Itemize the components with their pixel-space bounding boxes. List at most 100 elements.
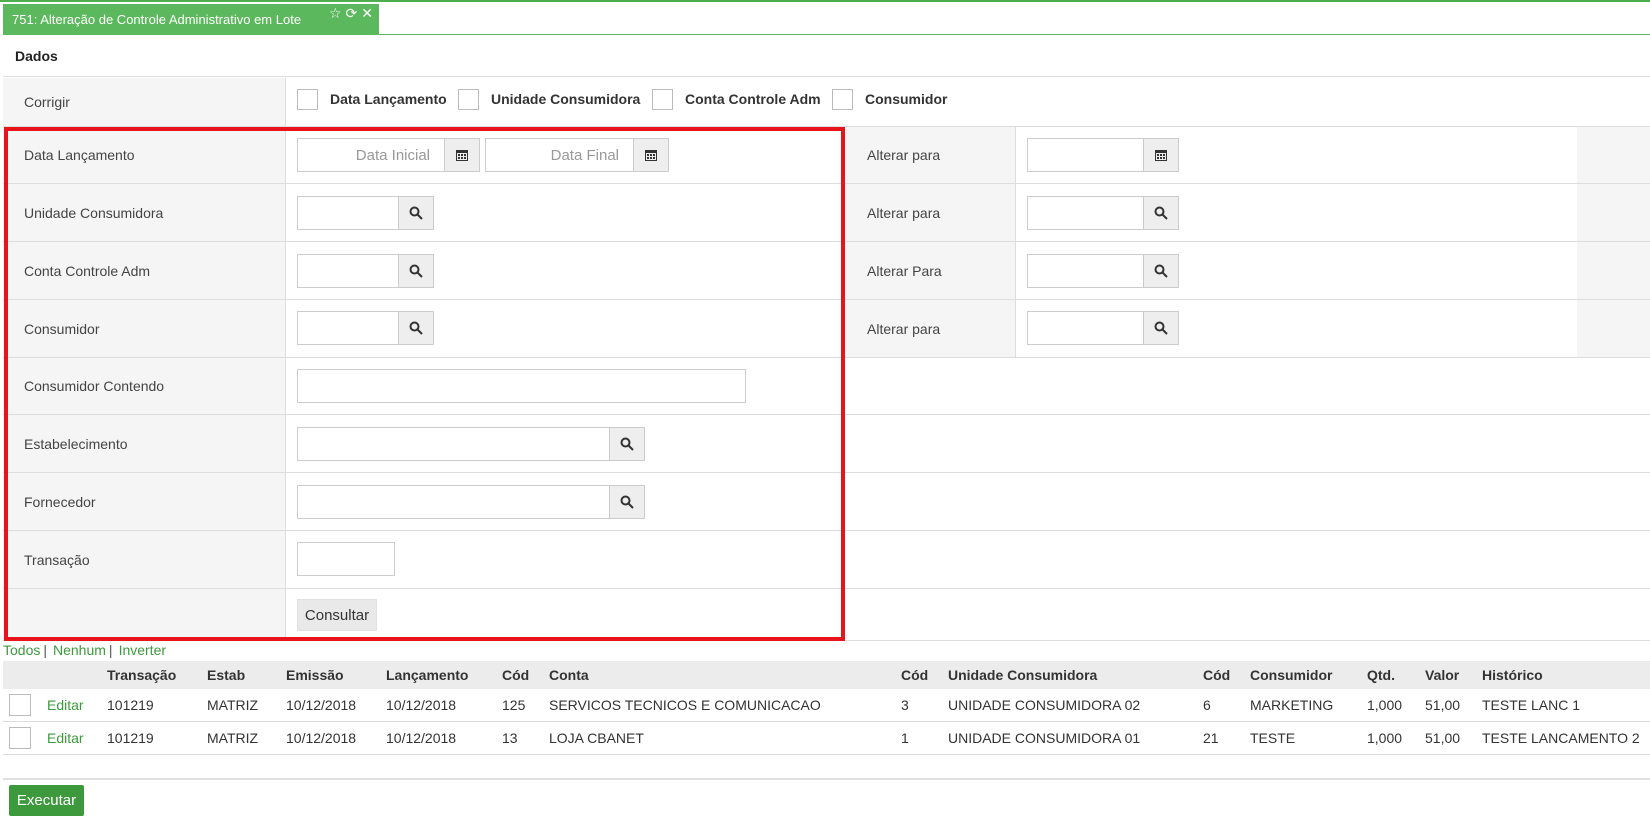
corrigir-consumidor-checkbox[interactable] bbox=[832, 89, 853, 110]
table-cell: 51,00 bbox=[1425, 689, 1482, 722]
table-row: Editar 101219 MATRIZ 10/12/2018 10/12/20… bbox=[3, 689, 1650, 722]
consumidor-input[interactable] bbox=[297, 311, 399, 345]
row-divider bbox=[3, 530, 1650, 531]
search-icon[interactable] bbox=[398, 196, 434, 230]
table-row: Editar 101219 MATRIZ 10/12/2018 10/12/20… bbox=[3, 721, 1650, 755]
table-header[interactable]: Transação bbox=[107, 661, 207, 689]
corrigir-conta-controle-checkbox[interactable] bbox=[652, 89, 673, 110]
table-cell: 13 bbox=[502, 721, 549, 755]
corrigir-label: Corrigir bbox=[3, 78, 285, 126]
executar-button[interactable]: Executar bbox=[9, 785, 84, 816]
row-divider bbox=[3, 640, 1650, 641]
star-icon[interactable]: ☆ bbox=[329, 6, 342, 20]
tab-title: 751: Alteração de Controle Administrativ… bbox=[12, 11, 302, 27]
corrigir-option-label: Data Lançamento bbox=[330, 91, 447, 107]
alterar-consumidor-label: Alterar para bbox=[867, 320, 941, 337]
data-inicial-input[interactable]: Data Inicial bbox=[297, 138, 445, 172]
row-divider bbox=[3, 241, 1650, 242]
table-header[interactable]: Emissão bbox=[286, 661, 386, 689]
unidade-consumidora-input[interactable] bbox=[297, 196, 399, 230]
table-cell: 125 bbox=[502, 689, 549, 722]
table-cell: TESTE LANCAMENTO 2 bbox=[1482, 721, 1650, 755]
table-cell: SERVICOS TECNICOS E COMUNICACAO bbox=[549, 689, 901, 722]
search-icon[interactable] bbox=[398, 254, 434, 288]
table-cell: 6 bbox=[1203, 689, 1250, 722]
conta-controle-adm-input[interactable] bbox=[297, 254, 399, 288]
table-cell: 1,000 bbox=[1367, 721, 1425, 755]
table-header[interactable]: Histórico bbox=[1482, 661, 1650, 689]
data-final-input[interactable]: Data Final bbox=[485, 138, 634, 172]
consumidor-contendo-input[interactable] bbox=[297, 369, 746, 403]
empty-label-cell bbox=[3, 589, 285, 640]
table-cell: 1 bbox=[901, 721, 948, 755]
row-checkbox[interactable] bbox=[9, 727, 31, 749]
corrigir-option-label: Unidade Consumidora bbox=[491, 91, 641, 107]
alterar-consumidor-input[interactable] bbox=[1027, 311, 1144, 345]
corrigir-data-lancamento-checkbox[interactable] bbox=[297, 89, 318, 110]
table-cell: MARKETING bbox=[1250, 689, 1367, 722]
row-divider bbox=[3, 357, 1650, 358]
row-divider bbox=[3, 588, 1650, 589]
row-divider bbox=[3, 414, 1650, 415]
invert-selection-link[interactable]: Inverter bbox=[119, 642, 166, 658]
section-title: Dados bbox=[3, 35, 1650, 77]
select-none-link[interactable]: Nenhum bbox=[53, 642, 106, 658]
selection-links: Todos | Nenhum | Inverter bbox=[3, 642, 167, 658]
corrigir-option-label: Consumidor bbox=[865, 91, 948, 107]
edit-link[interactable]: Editar bbox=[47, 730, 84, 746]
refresh-icon[interactable]: ⟳ bbox=[346, 6, 358, 20]
consumidor-contendo-label: Consumidor Contendo bbox=[3, 358, 285, 414]
table-header[interactable]: Cód bbox=[901, 661, 948, 689]
calendar-icon[interactable] bbox=[1143, 138, 1179, 172]
table-cell: 10/12/2018 bbox=[386, 689, 502, 722]
table-header[interactable]: Qtd. bbox=[1367, 661, 1425, 689]
table-header[interactable]: Cód bbox=[1203, 661, 1250, 689]
table-header[interactable]: Consumidor bbox=[1250, 661, 1367, 689]
row-checkbox[interactable] bbox=[9, 694, 31, 716]
conta-controle-adm-label: Conta Controle Adm bbox=[3, 242, 285, 299]
table-cell: UNIDADE CONSUMIDORA 01 bbox=[948, 721, 1203, 755]
transacao-label: Transação bbox=[3, 531, 285, 588]
table-cell: LOJA CBANET bbox=[549, 721, 901, 755]
row-divider bbox=[3, 183, 1650, 184]
search-icon[interactable] bbox=[1143, 254, 1179, 288]
calendar-icon[interactable] bbox=[444, 138, 480, 172]
corrigir-unidade-consumidora-checkbox[interactable] bbox=[458, 89, 479, 110]
data-lancamento-label: Data Lançamento bbox=[3, 127, 285, 183]
table-cell: 21 bbox=[1203, 721, 1250, 755]
estabelecimento-input[interactable] bbox=[297, 427, 610, 461]
table-header[interactable]: Valor bbox=[1425, 661, 1482, 689]
search-icon[interactable] bbox=[609, 485, 645, 519]
consumidor-label: Consumidor bbox=[3, 300, 285, 357]
calendar-icon[interactable] bbox=[633, 138, 669, 172]
results-table: Transação Estab Emissão Lançamento Cód C… bbox=[3, 661, 1650, 755]
search-icon[interactable] bbox=[1143, 311, 1179, 345]
table-header[interactable]: Cód bbox=[502, 661, 549, 689]
table-header[interactable]: Conta bbox=[549, 661, 901, 689]
table-cell: 1,000 bbox=[1367, 689, 1425, 722]
column-divider bbox=[285, 78, 286, 640]
alterar-data-lancamento-label: Alterar para bbox=[867, 147, 941, 163]
alterar-unidade-consumidora-input[interactable] bbox=[1027, 196, 1144, 230]
table-header[interactable]: Unidade Consumidora bbox=[948, 661, 1203, 689]
table-cell: 10/12/2018 bbox=[286, 689, 386, 722]
table-cell: 101219 bbox=[107, 721, 207, 755]
select-all-link[interactable]: Todos bbox=[3, 642, 40, 658]
header-checkbox-col bbox=[3, 661, 47, 689]
search-icon[interactable] bbox=[398, 311, 434, 345]
fornecedor-input[interactable] bbox=[297, 485, 610, 519]
table-cell: TESTE LANC 1 bbox=[1482, 689, 1650, 722]
search-icon[interactable] bbox=[609, 427, 645, 461]
unidade-consumidora-label: Unidade Consumidora bbox=[3, 184, 285, 241]
tab-alteracao-controle[interactable]: 751: Alteração de Controle Administrativ… bbox=[3, 4, 379, 34]
edit-link[interactable]: Editar bbox=[47, 697, 84, 713]
transacao-input[interactable] bbox=[297, 542, 395, 576]
table-header[interactable]: Estab bbox=[207, 661, 286, 689]
search-icon[interactable] bbox=[1143, 196, 1179, 230]
close-icon[interactable]: ✕ bbox=[361, 6, 373, 20]
alterar-data-input[interactable] bbox=[1027, 138, 1144, 172]
fornecedor-label: Fornecedor bbox=[3, 473, 285, 530]
alterar-conta-controle-input[interactable] bbox=[1027, 254, 1144, 288]
table-header[interactable]: Lançamento bbox=[386, 661, 502, 689]
consultar-button[interactable]: Consultar bbox=[297, 599, 377, 631]
